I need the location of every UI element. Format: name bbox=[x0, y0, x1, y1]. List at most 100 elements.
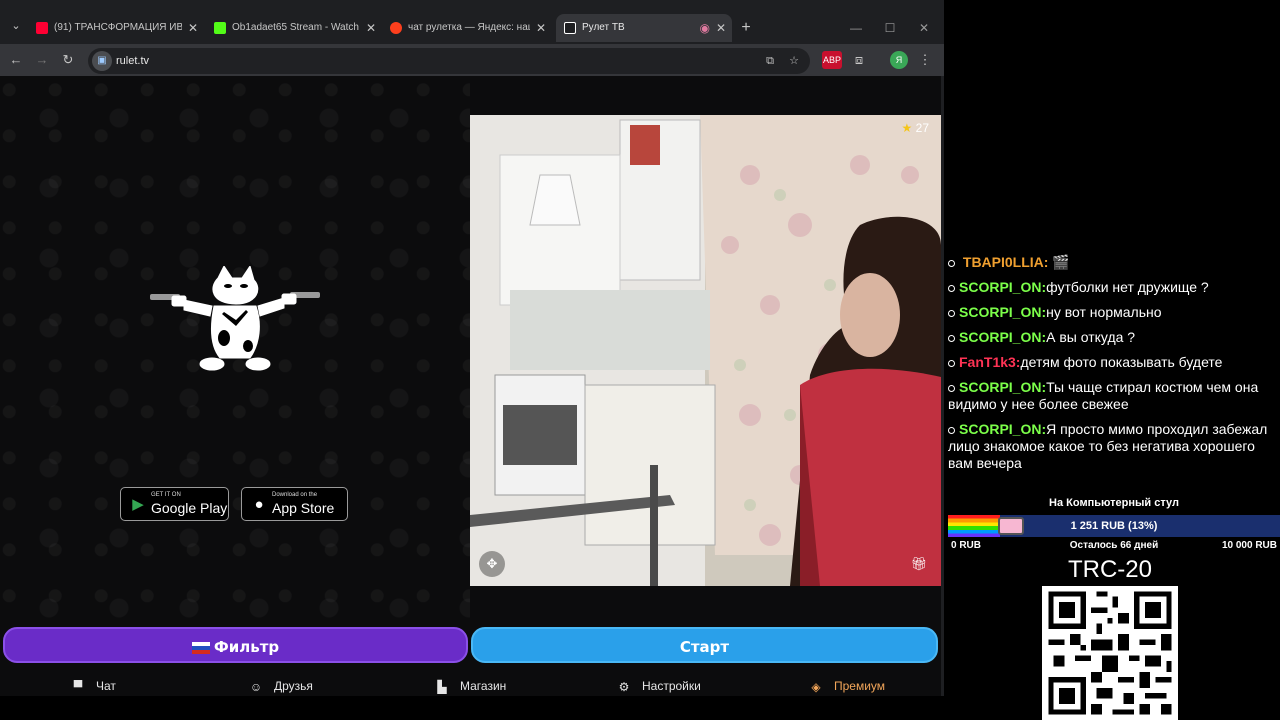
goal-title: На Компьютерный стул bbox=[1049, 497, 1179, 509]
extensions-puzzle-icon[interactable]: ⧈ bbox=[850, 51, 868, 69]
bottom-nav: ▀ Чат ☺ Друзья ▙ Магазин ⚙ Настройки ◈ Премиу… bbox=[0, 673, 941, 696]
tag-icon: ◈ bbox=[811, 679, 821, 694]
chat-message: SCORPI_ON:футболки нет дружище ? bbox=[948, 279, 1278, 296]
qr-code bbox=[1042, 586, 1178, 720]
chat-text: футболки нет дружище ? bbox=[1046, 279, 1209, 295]
chat-nick: TBAPI0LLIA: bbox=[962, 254, 1049, 270]
close-icon[interactable]: ✕ bbox=[536, 14, 546, 42]
tab-search-button[interactable]: ⌄ bbox=[6, 16, 26, 36]
nav-settings[interactable]: ⚙ Настройки bbox=[616, 673, 701, 696]
cat-logo bbox=[150, 266, 320, 371]
kick-icon bbox=[214, 22, 226, 34]
goal-max: 10 000 RUB bbox=[1221, 540, 1277, 551]
chat-text: 🎬 bbox=[1048, 254, 1070, 270]
browser-window: ⌄ (91) ТРАНСФОРМАЦИЯ ИВАНА ✕ Ob1adaet65 … bbox=[0, 0, 944, 696]
close-icon[interactable]: ✕ bbox=[366, 14, 376, 42]
tab-bar: ⌄ (91) ТРАНСФОРМАЦИЯ ИВАНА ✕ Ob1adaet65 … bbox=[0, 10, 944, 44]
bookmark-star-icon[interactable]: ☆ bbox=[786, 53, 802, 69]
adblock-extension-icon[interactable]: ABP bbox=[822, 51, 842, 69]
nav-label: Чат bbox=[96, 679, 116, 693]
goal-amount: 1 251 RUB (13%) bbox=[1070, 520, 1158, 532]
badge-small-text: GET IT ON bbox=[151, 492, 181, 498]
back-button[interactable]: ← bbox=[6, 50, 26, 70]
smiley-icon: ☺ bbox=[249, 679, 263, 694]
stars-count: 27 bbox=[915, 121, 929, 135]
start-button[interactable]: Старт bbox=[471, 627, 938, 663]
tab-label: Рулет ТВ bbox=[582, 22, 625, 33]
bullet-icon bbox=[948, 284, 955, 292]
tab-yandex[interactable]: чат рулетка — Яндекс: нашло ✕ bbox=[382, 14, 552, 42]
chat-nick: SCORPI_ON: bbox=[959, 304, 1047, 320]
bullet-icon bbox=[948, 334, 955, 342]
tab-kick[interactable]: Ob1adaet65 Stream - Watch Li ✕ bbox=[206, 14, 382, 42]
tab-rulet[interactable]: Рулет ТВ ◉ ✕ bbox=[556, 14, 732, 42]
shopping-bag-icon: ▙ bbox=[437, 679, 447, 694]
youtube-icon bbox=[36, 22, 48, 34]
install-app-icon[interactable]: ⧉ bbox=[762, 53, 778, 69]
omnibox[interactable]: ▣ rulet.tv ⧉ ☆ bbox=[88, 48, 810, 74]
reload-button[interactable]: ↻ bbox=[58, 50, 78, 70]
site-info-icon[interactable]: ▣ bbox=[92, 51, 112, 71]
apple-icon: ● bbox=[254, 496, 264, 513]
menu-kebab-icon[interactable]: ⋮ bbox=[916, 51, 934, 69]
bullet-icon bbox=[948, 359, 955, 367]
maximize-button[interactable]: ☐ bbox=[880, 14, 900, 42]
nav-label: Магазин bbox=[460, 679, 507, 693]
chat-text: детям фото показывать будете bbox=[1020, 354, 1223, 370]
partner-video[interactable]: ★ 27 ✥ 🎁︎ bbox=[470, 115, 941, 586]
bullet-icon bbox=[948, 259, 955, 267]
profile-avatar[interactable]: Я bbox=[890, 51, 908, 69]
google-play-icon: ▶ bbox=[132, 496, 144, 513]
chat-message: SCORPI_ON:А вы откуда ? bbox=[948, 329, 1278, 346]
nav-shop[interactable]: ▙ Магазин bbox=[434, 673, 506, 696]
chat-nick: SCORPI_ON: bbox=[959, 379, 1047, 395]
chat-bubble-icon: ▀ bbox=[73, 679, 83, 694]
chat-message: SCORPI_ON:Ты чаще стирал костюм чем она … bbox=[948, 379, 1278, 413]
star-icon: ★ bbox=[901, 121, 913, 135]
gamepad-icon[interactable]: ✥ bbox=[479, 551, 505, 577]
rulet-page: ▶ GET IT ON Google Play ● Download on th… bbox=[0, 76, 941, 696]
filter-button[interactable]: Фильтр bbox=[3, 627, 468, 663]
url-text[interactable]: rulet.tv bbox=[116, 48, 149, 74]
badge-small-text: Download on the bbox=[272, 492, 318, 498]
bullet-icon bbox=[948, 384, 955, 392]
tab-label: (91) ТРАНСФОРМАЦИЯ ИВАНА bbox=[54, 22, 182, 33]
chat-message: SCORPI_ON:Я просто мимо проходил забежал… bbox=[948, 421, 1278, 472]
goal-progress-bar: 1 251 RUB (13%) bbox=[948, 515, 1280, 537]
close-icon[interactable]: ✕ bbox=[716, 14, 726, 42]
stream-chat: TBAPI0LLIA: 🎬 SCORPI_ON:футболки нет дру… bbox=[948, 254, 1278, 480]
close-icon[interactable]: ✕ bbox=[188, 14, 198, 42]
tab-label: чат рулетка — Яндекс: нашло bbox=[408, 22, 530, 33]
chat-nick: FanT1k3: bbox=[959, 354, 1021, 370]
nav-premium[interactable]: ◈ Премиум bbox=[808, 673, 885, 696]
stream-overlay: TBAPI0LLIA: 🎬 SCORPI_ON:футболки нет дру… bbox=[944, 0, 1280, 720]
rating-stars: ★ 27 bbox=[902, 121, 929, 135]
gift-icon[interactable]: 🎁︎ bbox=[906, 551, 932, 577]
rulet-icon bbox=[564, 22, 576, 34]
recording-icon: ◉ bbox=[699, 21, 710, 35]
badge-big-text: Google Play bbox=[151, 500, 228, 516]
crypto-label: TRC-20 bbox=[1067, 556, 1152, 583]
google-play-badge[interactable]: ▶ GET IT ON Google Play bbox=[120, 487, 229, 521]
chat-message: FanT1k3:детям фото показывать будете bbox=[948, 354, 1278, 371]
close-window-button[interactable]: ✕ bbox=[914, 14, 934, 42]
nav-chat[interactable]: ▀ Чат bbox=[70, 673, 116, 696]
filter-label: Фильтр bbox=[213, 638, 280, 656]
forward-button[interactable]: → bbox=[32, 50, 52, 70]
badge-big-text: App Store bbox=[272, 500, 335, 516]
minimize-button[interactable]: — bbox=[846, 14, 866, 42]
address-bar: ← → ↻ ▣ rulet.tv ⧉ ☆ ABP ⧈ Я ⋮ bbox=[0, 44, 944, 76]
nav-label: Премиум bbox=[834, 679, 886, 693]
chat-text: ну вот нормально bbox=[1046, 304, 1162, 320]
app-store-badge[interactable]: ● Download on the App Store bbox=[241, 487, 348, 521]
bullet-icon bbox=[948, 309, 955, 317]
chat-message: SCORPI_ON:ну вот нормально bbox=[948, 304, 1278, 321]
chat-nick: SCORPI_ON: bbox=[959, 279, 1047, 295]
russia-flag-icon bbox=[191, 641, 210, 654]
video-frame bbox=[470, 115, 941, 586]
nav-friends[interactable]: ☺ Друзья bbox=[248, 673, 313, 696]
new-tab-button[interactable]: + bbox=[736, 14, 756, 42]
chat-nick: SCORPI_ON: bbox=[959, 421, 1047, 437]
nav-label: Настройки bbox=[642, 679, 701, 693]
tab-youtube[interactable]: (91) ТРАНСФОРМАЦИЯ ИВАНА ✕ bbox=[28, 14, 204, 42]
